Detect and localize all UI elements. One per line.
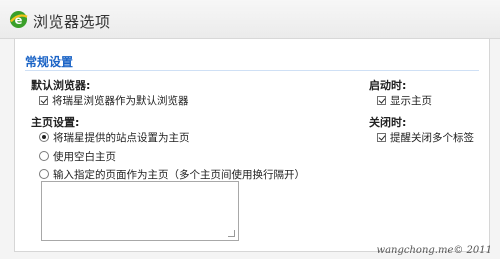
homepage-option-label: 输入指定的页面作为主页（多个主页间使用换行隔开） bbox=[53, 168, 305, 181]
on-close-label: 关闭时: bbox=[369, 116, 407, 129]
watermark: wangchong.me© 2011 bbox=[376, 245, 492, 256]
svg-text:e: e bbox=[15, 13, 23, 27]
homepage-option-label: 使用空白主页 bbox=[53, 150, 116, 163]
close-warning-label: 提醒关闭多个标签 bbox=[390, 131, 474, 144]
homepage-option-label: 将瑞星提供的站点设置为主页 bbox=[53, 131, 190, 144]
title-bar: e 浏览器选项 bbox=[0, 0, 500, 39]
show-homepage-label: 显示主页 bbox=[390, 94, 432, 107]
default-browser-checkbox-row[interactable]: 将瑞星浏览器作为默认浏览器 bbox=[39, 93, 189, 107]
default-browser-checkbox-label: 将瑞星浏览器作为默认浏览器 bbox=[52, 94, 189, 107]
close-warning-checkbox[interactable] bbox=[377, 132, 386, 142]
default-browser-label: 默认浏览器: bbox=[31, 79, 91, 92]
resize-grip-icon[interactable] bbox=[228, 230, 235, 237]
homepage-option-blank[interactable]: 使用空白主页 bbox=[39, 149, 116, 163]
homepage-option-custom[interactable]: 输入指定的页面作为主页（多个主页间使用换行隔开） bbox=[39, 167, 305, 181]
homepage-option-rising[interactable]: 将瑞星提供的站点设置为主页 bbox=[39, 130, 190, 144]
homepage-radio-blank[interactable] bbox=[39, 151, 49, 161]
homepage-radio-rising[interactable] bbox=[39, 132, 49, 142]
startup-label: 启动时: bbox=[369, 79, 407, 92]
startup-checkbox-row[interactable]: 显示主页 bbox=[377, 93, 432, 107]
homepage-radio-custom[interactable] bbox=[39, 169, 49, 179]
section-divider bbox=[25, 70, 479, 71]
homepage-url-textarea[interactable] bbox=[41, 181, 239, 241]
browser-e-icon: e bbox=[9, 10, 28, 29]
close-warning-checkbox-row[interactable]: 提醒关闭多个标签 bbox=[377, 130, 474, 144]
settings-panel: 常规设置 默认浏览器: 将瑞星浏览器作为默认浏览器 主页设置: 将瑞星提供的站点… bbox=[14, 39, 490, 252]
homepage-label: 主页设置: bbox=[31, 116, 80, 129]
window-title: 浏览器选项 bbox=[33, 13, 111, 31]
show-homepage-checkbox[interactable] bbox=[377, 95, 386, 105]
section-title: 常规设置 bbox=[25, 55, 74, 69]
default-browser-checkbox[interactable] bbox=[39, 95, 48, 105]
